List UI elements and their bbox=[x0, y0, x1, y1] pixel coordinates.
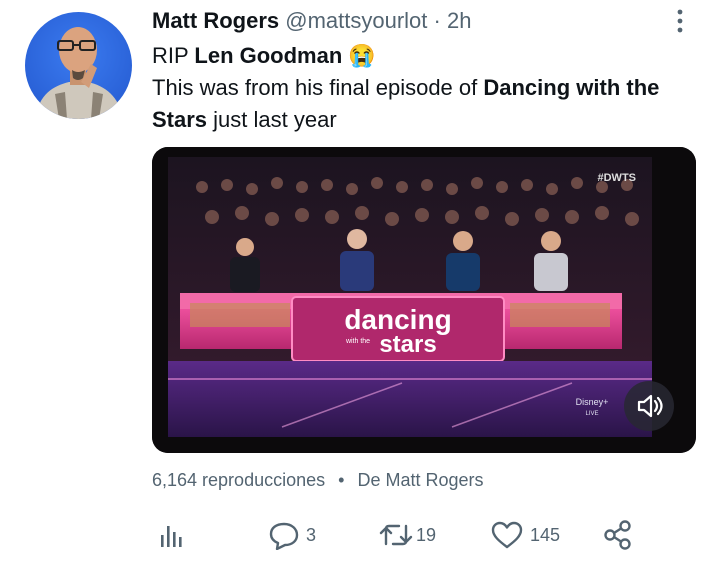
crying-emoji: 😭 bbox=[348, 43, 376, 68]
tweet-text: RIP Len Goodman 😭 This was from his fina… bbox=[152, 40, 692, 136]
avatar[interactable] bbox=[25, 12, 132, 119]
reply-button[interactable]: 3 bbox=[268, 515, 316, 555]
author-name[interactable]: Matt Rogers bbox=[152, 8, 279, 33]
from-name[interactable]: Matt Rogers bbox=[386, 470, 484, 490]
tweet-text-bold-name: Len Goodman bbox=[194, 43, 343, 68]
video-frame: dancing with the stars Disney+ LIVE bbox=[152, 147, 696, 453]
more-options-icon[interactable] bbox=[667, 6, 693, 36]
avatar-photo bbox=[35, 27, 123, 119]
like-button[interactable]: 145 bbox=[490, 515, 560, 555]
analytics-button[interactable] bbox=[158, 515, 186, 555]
bar-chart-icon bbox=[161, 526, 182, 547]
header-separator: · bbox=[433, 8, 441, 33]
tweet-text-suffix: just last year bbox=[207, 107, 337, 132]
speaker-muted-icon[interactable] bbox=[624, 381, 674, 431]
network-bug-live: LIVE bbox=[585, 411, 598, 417]
action-bar: 3 19 145 bbox=[152, 515, 708, 559]
like-count: 145 bbox=[530, 524, 561, 545]
author-handle[interactable]: @mattsyourlot bbox=[285, 8, 427, 33]
reply-count: 3 bbox=[306, 524, 317, 545]
show-logo-stars: stars bbox=[379, 331, 436, 358]
tweet-text-prefix: RIP bbox=[152, 43, 195, 68]
tweet-text-body: This was from his final episode of bbox=[152, 75, 484, 100]
share-button[interactable] bbox=[602, 515, 634, 555]
retweet-icon bbox=[379, 524, 413, 546]
video-player[interactable]: dancing with the stars Disney+ LIVE #DWT… bbox=[152, 147, 696, 453]
from-label: De bbox=[357, 470, 381, 490]
view-count-line: 6,164 reproducciones • De Matt Rogers bbox=[152, 470, 484, 491]
heart-icon bbox=[491, 521, 523, 549]
retweet-button[interactable]: 19 bbox=[378, 515, 436, 555]
tweet-time[interactable]: 2h bbox=[447, 8, 471, 33]
hashtag-watermark: #DWTS bbox=[597, 172, 637, 184]
network-bug: Disney+ bbox=[576, 397, 609, 407]
show-logo-with: with the bbox=[345, 338, 370, 345]
tweet-header: Matt Rogers @mattsyourlot · 2h bbox=[152, 8, 471, 34]
views-dot: • bbox=[338, 470, 345, 490]
share-icon bbox=[604, 520, 631, 550]
retweet-count: 19 bbox=[416, 524, 437, 545]
reply-bubble-icon bbox=[269, 522, 299, 550]
view-count: 6,164 reproducciones bbox=[152, 470, 326, 490]
